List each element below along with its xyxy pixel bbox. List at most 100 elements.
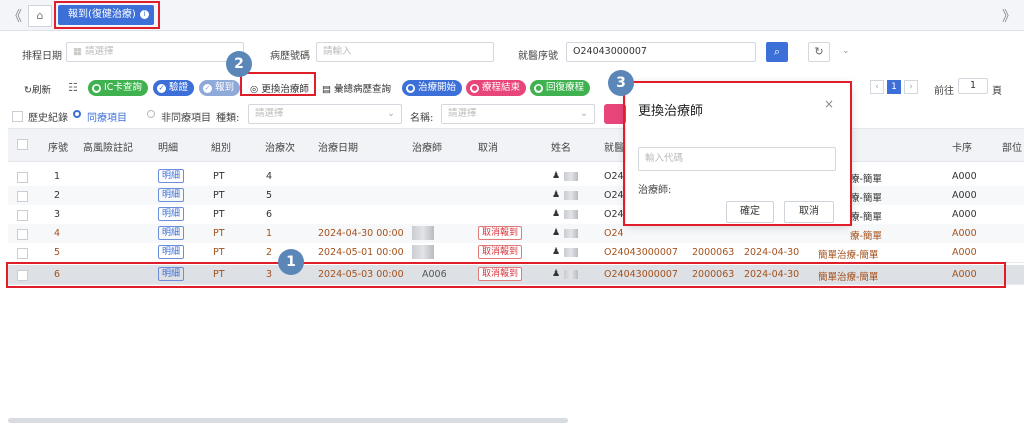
highlight-box-row bbox=[6, 262, 1006, 288]
row-item: 療-簡單 bbox=[850, 174, 882, 185]
table-row[interactable]: 4 明細 PT 1 2024-04-30 00:00 取消報到 ♟ O24 療-簡單 A000 bbox=[8, 224, 1024, 244]
redacted-name bbox=[564, 210, 578, 219]
restore-course-button[interactable]: ● 回復療程 bbox=[530, 80, 591, 96]
col-no[interactable]: 序號 bbox=[48, 139, 68, 154]
row-item: 療-簡單 bbox=[850, 231, 882, 242]
table-row[interactable]: 5 明細 PT 2 2024-05-01 00:00 取消報到 ♟ O24043000007 2… bbox=[8, 243, 1024, 263]
row-item: 療-簡單 bbox=[850, 193, 882, 204]
row-no: 3 bbox=[54, 209, 61, 220]
user-icon: ♟ bbox=[552, 190, 561, 200]
detail-link[interactable]: 明細 bbox=[158, 245, 185, 259]
user-icon: ♟ bbox=[552, 228, 561, 238]
row-no: 1 bbox=[54, 171, 61, 182]
refresh-button[interactable]: ↻刷新 bbox=[24, 82, 51, 96]
redacted-name bbox=[564, 172, 578, 181]
type-select[interactable]: 請選擇 ⌄ bbox=[248, 104, 402, 124]
row-checkbox[interactable] bbox=[17, 210, 28, 221]
col-date[interactable]: 治療日期 bbox=[318, 139, 358, 154]
row-group: PT bbox=[213, 190, 225, 201]
page-current[interactable]: 1 bbox=[887, 80, 901, 94]
row-checkbox[interactable] bbox=[17, 172, 28, 183]
row-checkbox[interactable] bbox=[17, 248, 28, 259]
end-course-button[interactable]: ● 療程結束 bbox=[466, 80, 527, 96]
page-prev-icon[interactable]: ‹ bbox=[870, 80, 884, 94]
row-visit: O24 bbox=[604, 171, 624, 182]
cancel-checkin-button[interactable]: 取消報到 bbox=[478, 245, 523, 259]
goto-input[interactable]: 1 bbox=[958, 78, 988, 94]
col-name[interactable]: 姓名 bbox=[551, 139, 571, 154]
date-input[interactable]: ▦ 請選擇 bbox=[66, 42, 244, 62]
refresh-icon: ↻ bbox=[814, 45, 824, 58]
redacted-therapist bbox=[412, 245, 434, 259]
refresh-icon: ↻ bbox=[24, 85, 32, 96]
type-label: 種類: bbox=[216, 113, 240, 124]
page-suffix: 頁 bbox=[992, 86, 1002, 97]
detail-link[interactable]: 明細 bbox=[158, 169, 185, 183]
col-cancel[interactable]: 取消 bbox=[478, 139, 498, 154]
history-checkbox[interactable] bbox=[12, 111, 23, 122]
name-select[interactable]: 請選擇 ⌄ bbox=[441, 104, 595, 124]
row-card: A000 bbox=[952, 228, 977, 239]
list-settings-icon[interactable]: ☷ bbox=[68, 81, 78, 94]
cancel-checkin-button[interactable]: 取消報到 bbox=[478, 226, 523, 240]
detail-link[interactable]: 明細 bbox=[158, 207, 185, 221]
row-count: 5 bbox=[266, 190, 273, 201]
horizontal-scrollbar[interactable] bbox=[8, 418, 568, 423]
reset-button[interactable]: ↻ bbox=[808, 42, 830, 62]
history-query-button[interactable]: ▤ 彙總病歷查詢 bbox=[322, 81, 391, 95]
visit-label: 就醫序號 bbox=[518, 51, 558, 62]
step-marker-3: 3 bbox=[608, 70, 634, 96]
search-icon: ⌕ bbox=[773, 45, 781, 58]
verify-button[interactable]: ✓ 驗證 bbox=[153, 80, 195, 96]
col-count[interactable]: 治療次 bbox=[265, 139, 295, 154]
ic-query-button[interactable]: ● IC卡查詢 bbox=[88, 80, 148, 96]
same-course-radio[interactable] bbox=[73, 110, 81, 118]
redacted-name bbox=[564, 229, 578, 238]
row-group: PT bbox=[213, 247, 225, 258]
detail-link[interactable]: 明細 bbox=[158, 188, 185, 202]
tabs-next-icon[interactable]: 》 bbox=[1002, 6, 1016, 26]
col-detail[interactable]: 明細 bbox=[158, 139, 178, 154]
row-count: 2 bbox=[266, 247, 273, 258]
table-row[interactable]: 1 明細 PT 4 ♟ O24 療-簡單 A000 bbox=[8, 167, 1024, 187]
eye-icon: ● bbox=[92, 84, 101, 93]
check-icon: ✓ bbox=[157, 84, 166, 93]
row-visit: O24 bbox=[604, 209, 624, 220]
table-row[interactable]: 3 明細 PT 6 ♟ O24 療-簡單 A000 bbox=[8, 205, 1024, 225]
col-visit[interactable]: 就醫 bbox=[604, 139, 624, 154]
detail-link[interactable]: 明細 bbox=[158, 226, 185, 240]
other-course-label: 非同療項目 bbox=[161, 113, 211, 124]
same-course-label: 同療項目 bbox=[87, 113, 127, 124]
chevron-down-icon: ⌄ bbox=[580, 108, 588, 119]
row-count: 6 bbox=[266, 209, 273, 220]
col-risk[interactable]: 高風險註記 bbox=[83, 139, 133, 154]
row-card: A000 bbox=[952, 171, 977, 182]
row-date: 2024-04-30 00:00 bbox=[318, 228, 404, 239]
col-therapist[interactable]: 治療師 bbox=[412, 139, 442, 154]
redacted-name bbox=[564, 191, 578, 200]
home-icon[interactable]: ⌂ bbox=[28, 5, 52, 27]
col-group[interactable]: 組別 bbox=[211, 139, 231, 154]
tabs-prev-icon[interactable]: 《 bbox=[8, 6, 22, 26]
start-treatment-button[interactable]: ● 治療開始 bbox=[402, 80, 463, 96]
row-checkbox[interactable] bbox=[17, 191, 28, 202]
document-icon: ▤ bbox=[322, 84, 334, 95]
row-visit: O24043000007 bbox=[604, 247, 678, 258]
step-marker-1: 1 bbox=[278, 249, 304, 275]
other-course-radio[interactable] bbox=[147, 110, 155, 118]
page-next-icon[interactable]: › bbox=[904, 80, 918, 94]
user-icon: ♟ bbox=[552, 209, 561, 219]
row-visit: O24 bbox=[604, 190, 624, 201]
table-row[interactable]: 2 明細 PT 5 ♟ O24 療-簡單 A000 bbox=[8, 186, 1024, 206]
search-button[interactable]: ⌕ bbox=[766, 42, 788, 62]
row-checkbox[interactable] bbox=[17, 229, 28, 240]
col-card[interactable]: 卡序 bbox=[952, 139, 972, 154]
col-part[interactable]: 部位 bbox=[1002, 139, 1022, 154]
chevron-down-icon[interactable]: ⌄ bbox=[842, 46, 850, 56]
visit-input[interactable]: O24043000007 bbox=[566, 42, 756, 62]
row-no: 2 bbox=[54, 190, 61, 201]
chart-input[interactable]: 請輸入 bbox=[316, 42, 494, 62]
checkin-button[interactable]: ✓ 報到 bbox=[199, 80, 241, 96]
row-no: 4 bbox=[54, 228, 61, 239]
select-all-checkbox[interactable] bbox=[17, 139, 28, 150]
